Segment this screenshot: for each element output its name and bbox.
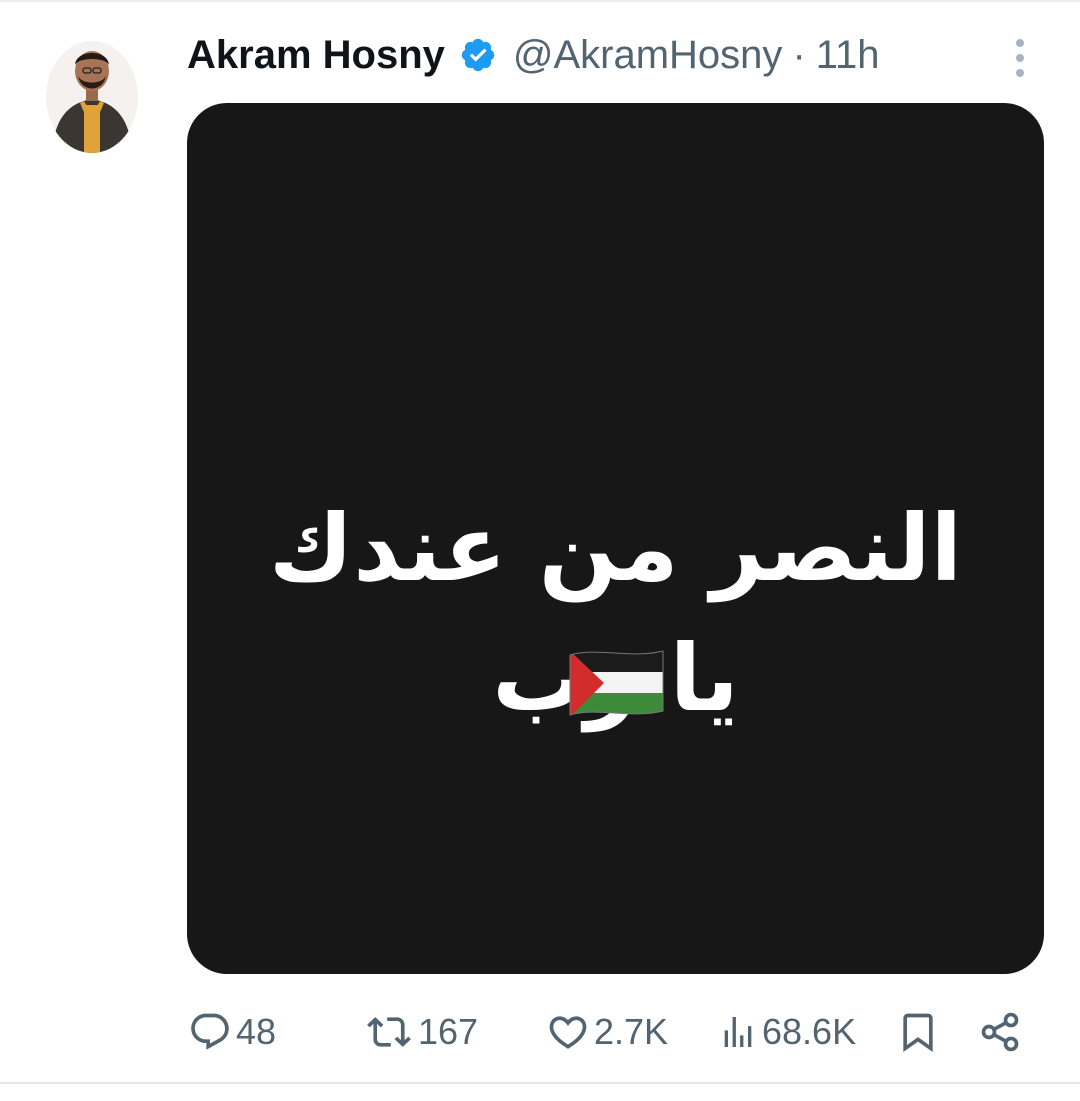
repost-icon bbox=[367, 1017, 411, 1047]
bookmark-button[interactable] bbox=[896, 1000, 940, 1064]
bottom-divider bbox=[0, 1082, 1080, 1084]
like-button[interactable]: 2.7K bbox=[546, 1000, 668, 1064]
bookmark-icon bbox=[903, 1013, 933, 1053]
author-avatar[interactable] bbox=[46, 41, 138, 153]
heart-icon bbox=[549, 1016, 587, 1049]
top-divider bbox=[0, 0, 1080, 2]
views-icon bbox=[724, 1017, 752, 1047]
share-button[interactable] bbox=[976, 1000, 1024, 1064]
author-handle[interactable]: @AkramHosny bbox=[513, 33, 783, 78]
views-button[interactable]: 68.6K bbox=[718, 1000, 856, 1064]
repost-count: 167 bbox=[418, 1011, 479, 1052]
share-icon bbox=[981, 1012, 1019, 1052]
reply-icon bbox=[191, 1013, 229, 1050]
separator-dot: · bbox=[792, 32, 806, 77]
more-options-icon[interactable] bbox=[1004, 36, 1036, 80]
palestine-flag-icon bbox=[568, 649, 665, 722]
verified-badge-icon bbox=[459, 36, 497, 74]
tweet-action-bar: 48 167 2.7K 68.6K bbox=[0, 1000, 1080, 1064]
author-display-name[interactable]: Akram Hosny bbox=[187, 33, 445, 78]
tweet-media-image[interactable]: النصر من عندك يا رب bbox=[187, 103, 1044, 974]
tweet-timestamp[interactable]: 11h bbox=[816, 33, 880, 78]
like-count: 2.7K bbox=[594, 1011, 669, 1052]
media-text-line-1: النصر من عندك bbox=[268, 495, 963, 602]
tweet-header: Akram Hosny @AkramHosny · 11h bbox=[187, 28, 880, 82]
repost-button[interactable]: 167 bbox=[364, 1000, 478, 1064]
reply-button[interactable]: 48 bbox=[188, 1000, 276, 1064]
views-count: 68.6K bbox=[762, 1011, 857, 1052]
avatar-photo bbox=[46, 41, 138, 153]
reply-count: 48 bbox=[236, 1011, 277, 1052]
